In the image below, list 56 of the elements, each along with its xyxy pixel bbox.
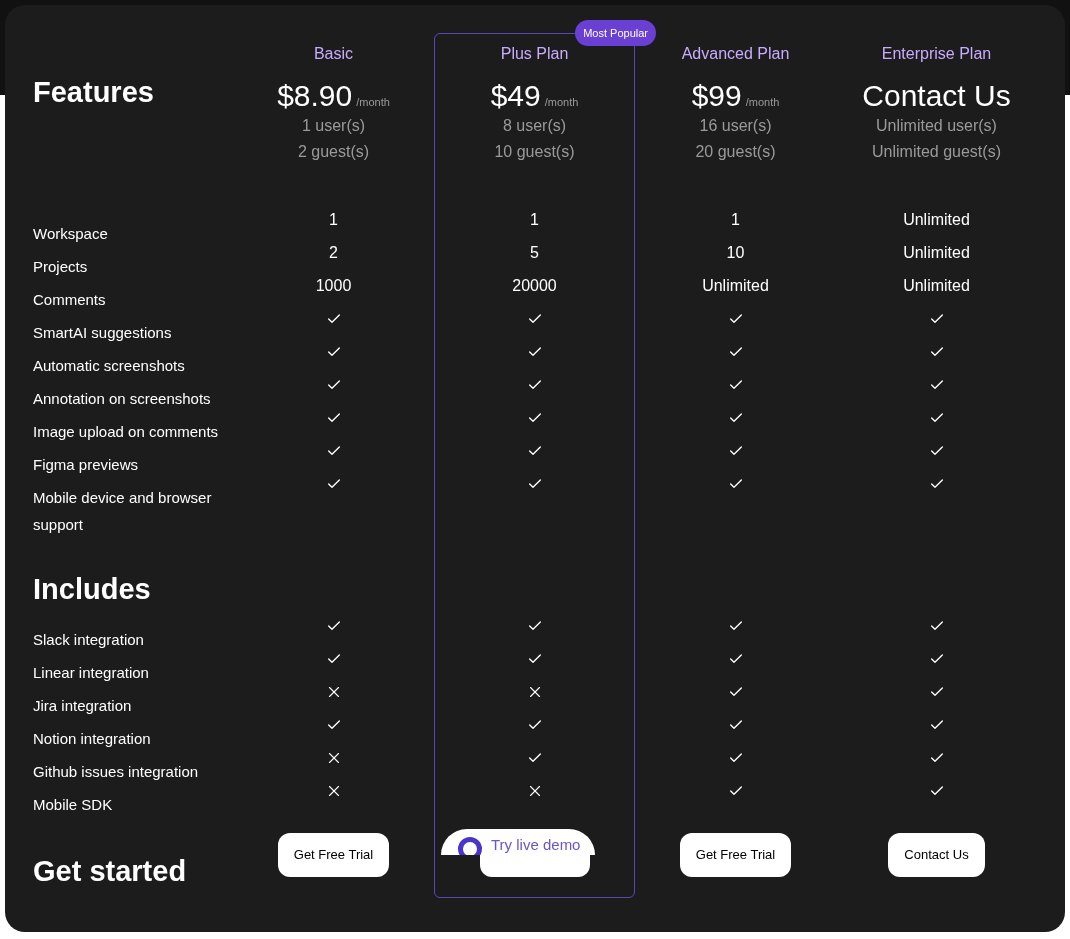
plan-value: 1000 <box>315 276 352 296</box>
feature-label: Comments <box>33 291 106 308</box>
feature-label: Annotation on screenshots <box>33 390 211 407</box>
plan-guests: 2 guest(s) <box>297 142 370 162</box>
plan-name: Basic <box>313 44 354 64</box>
plan-name: Advanced Plan <box>681 44 790 64</box>
popular-badge: Most Popular <box>575 20 656 46</box>
plan-users: 1 user(s) <box>301 116 366 136</box>
plan-value: Unlimited <box>903 210 970 230</box>
plan-cta-button[interactable] <box>479 855 590 877</box>
plan-value: 20000 <box>512 276 557 296</box>
plan-value: 1 <box>530 210 539 230</box>
plan-cta-button[interactable]: Contact Us <box>888 833 985 877</box>
feature-label: Jira integration <box>33 697 132 714</box>
feature-label: Figma previews <box>33 456 139 473</box>
plan-value: Unlimited <box>903 276 970 296</box>
plan-value: 2 <box>329 243 338 263</box>
plan-value: 1 <box>731 210 740 230</box>
plan-users: 8 user(s) <box>502 116 567 136</box>
feature-label: Mobile SDK <box>33 796 113 813</box>
plan-price: $8.90 <box>277 78 353 114</box>
plan-cta-button[interactable]: Get Free Trial <box>679 833 792 877</box>
feature-label: SmartAI suggestions <box>33 324 172 341</box>
feature-label: Linear integration <box>33 664 149 681</box>
plan-price: $49 <box>490 78 541 114</box>
feature-label: Mobile device and browser support <box>33 489 212 533</box>
feature-label: Notion integration <box>33 730 151 747</box>
plan-users: Unlimited user(s) <box>876 116 997 136</box>
section-title: Get started <box>33 855 187 887</box>
plan-price: Contact Us <box>862 78 1011 114</box>
plan-value: Unlimited <box>903 243 970 263</box>
price-period: /month <box>356 95 390 110</box>
plan-value: Unlimited <box>702 276 769 296</box>
feature-label: Projects <box>33 258 88 275</box>
plan-name: Plus Plan <box>500 44 569 64</box>
plan-guests: Unlimited guest(s) <box>872 142 1001 162</box>
plan-users: 16 user(s) <box>699 116 772 136</box>
live-demo-toast[interactable]: Try live demo <box>441 829 595 855</box>
plan-value: 1 <box>329 210 338 230</box>
plan-guests: 10 guest(s) <box>494 142 575 162</box>
plan-value: 5 <box>530 243 539 263</box>
plan-name: Enterprise Plan <box>881 44 992 64</box>
plan-value: 10 <box>726 243 745 263</box>
price-period: /month <box>544 95 579 110</box>
feature-label: Automatic screenshots <box>33 357 185 374</box>
plan-guests: 20 guest(s) <box>695 142 776 162</box>
feature-label: Github issues integration <box>33 763 199 780</box>
plan-price: $99 <box>691 78 742 114</box>
plan-cta-button[interactable]: Get Free Trial <box>277 833 390 877</box>
feature-label: Slack integration <box>33 631 144 648</box>
ring-icon <box>458 837 482 855</box>
price-period: /month <box>745 95 780 110</box>
feature-label: Workspace <box>33 225 108 242</box>
feature-label: Image upload on comments <box>33 423 219 440</box>
section-title: Features <box>33 76 154 108</box>
section-title: Includes <box>33 573 151 605</box>
